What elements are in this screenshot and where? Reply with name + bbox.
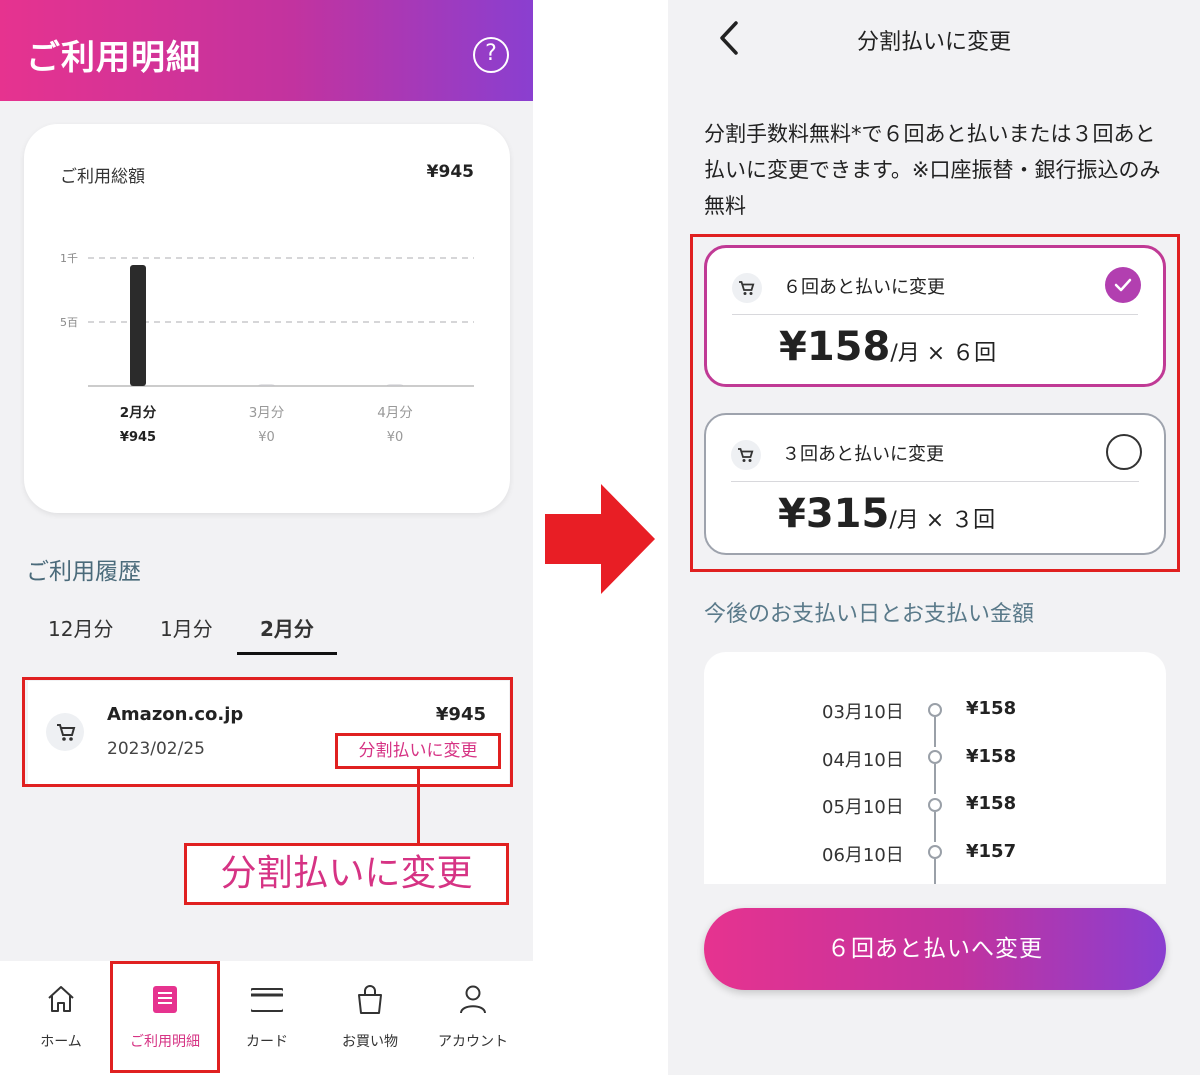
shopping-bag-icon xyxy=(358,985,382,1014)
change-to-installment-link[interactable]: 分割払いに変更 xyxy=(335,733,501,769)
nav-home[interactable]: ホーム xyxy=(9,961,113,1075)
page-title: 分割払いに変更 xyxy=(856,30,1011,55)
home-icon xyxy=(48,986,74,1012)
chart-ytick-label: 1千 xyxy=(60,252,78,265)
nav-label-card: カード xyxy=(246,1034,288,1050)
monthly-usage-chart: 1千 5百 2月分 ¥945 3月分 ¥0 4月分 ¥0 xyxy=(60,252,474,445)
chart-bar xyxy=(130,265,146,386)
chart-category-label: 2月分 xyxy=(120,405,157,421)
callout-connector xyxy=(417,769,420,843)
timeline-dot xyxy=(928,703,942,717)
chart-value-label: ¥0 xyxy=(387,430,404,445)
timeline-dot xyxy=(928,845,942,859)
timeline-connector xyxy=(934,764,936,794)
installment-screen: 分割払いに変更 分割手数料無料*で６回あと払いまたは３回あと払いに変更できます。… xyxy=(668,0,1200,1075)
top-bar: 分割払いに変更 xyxy=(668,0,1200,80)
tab-february[interactable]: 2月分 xyxy=(260,613,314,642)
app-header: ご利用明細 ? xyxy=(0,0,533,101)
tab-december[interactable]: 12月分 xyxy=(48,613,113,642)
help-icon[interactable]: ? xyxy=(473,37,509,73)
chart-value-label: ¥0 xyxy=(258,430,275,445)
callout-annotation: 分割払いに変更 xyxy=(184,843,509,905)
installment-description: 分割手数料無料*で６回あと払いまたは３回あと払いに変更できます。※口座振替・銀行… xyxy=(704,122,1161,218)
nav-label-home: ホーム xyxy=(40,1034,82,1050)
schedule-date: 06月10日 xyxy=(822,845,904,866)
schedule-date: 04月10日 xyxy=(822,750,904,771)
timeline-connector xyxy=(934,812,936,842)
account-icon xyxy=(460,985,486,1014)
chart-value-label: ¥945 xyxy=(120,430,156,445)
right-arrow-icon xyxy=(545,484,655,594)
active-tab-indicator xyxy=(237,652,337,655)
schedule-date: 03月10日 xyxy=(822,702,904,723)
schedule-amount: ¥158 xyxy=(966,793,1017,814)
schedule-amount: ¥157 xyxy=(966,841,1017,862)
chart-bar xyxy=(387,384,403,386)
chart-ytick-label: 5百 xyxy=(60,316,78,329)
history-section-title: ご利用履歴 xyxy=(26,559,141,585)
schedule-amount: ¥158 xyxy=(966,698,1017,719)
schedule-amount: ¥158 xyxy=(966,746,1017,767)
nav-shopping[interactable]: お買い物 xyxy=(318,961,422,1075)
tab-january[interactable]: 1月分 xyxy=(160,613,213,642)
page-title: ご利用明細 xyxy=(26,38,201,78)
nav-highlight-box xyxy=(110,961,220,1073)
nav-label-account: アカウント xyxy=(438,1034,508,1050)
statement-screen: ご利用明細 ? ご利用総額 ¥945 1千 5百 2月分 ¥945 3月分 ¥0 4月分 ¥0… xyxy=(0,0,533,1075)
confirm-installment-button[interactable]: ６回あと払いへ変更 xyxy=(704,908,1166,990)
timeline-dot xyxy=(928,798,942,812)
transaction-highlight-box xyxy=(22,677,513,787)
nav-card[interactable]: カード xyxy=(215,961,319,1075)
chart-bar xyxy=(258,384,275,386)
options-highlight-box xyxy=(690,234,1180,572)
schedule-section-title: 今後のお支払い日とお支払い金額 xyxy=(704,602,1035,627)
nav-label-shopping: お買い物 xyxy=(342,1034,398,1050)
chart-category-label: 4月分 xyxy=(377,405,413,421)
bottom-navigation: ホーム ご利用明細 カード お買い物 アカウント xyxy=(0,961,533,1075)
timeline-connector xyxy=(934,717,936,747)
usage-summary-card: ご利用総額 ¥945 1千 5百 2月分 ¥945 3月分 ¥0 4月分 ¥0 xyxy=(24,124,510,513)
card-icon xyxy=(251,988,283,1012)
payment-schedule-card: 03月10日 ¥158 04月10日 ¥158 05月10日 ¥158 06月1… xyxy=(704,652,1166,912)
timeline-dot xyxy=(928,750,942,764)
schedule-date: 05月10日 xyxy=(822,797,904,818)
nav-account[interactable]: アカウント xyxy=(421,961,525,1075)
chart-category-label: 3月分 xyxy=(249,405,285,421)
